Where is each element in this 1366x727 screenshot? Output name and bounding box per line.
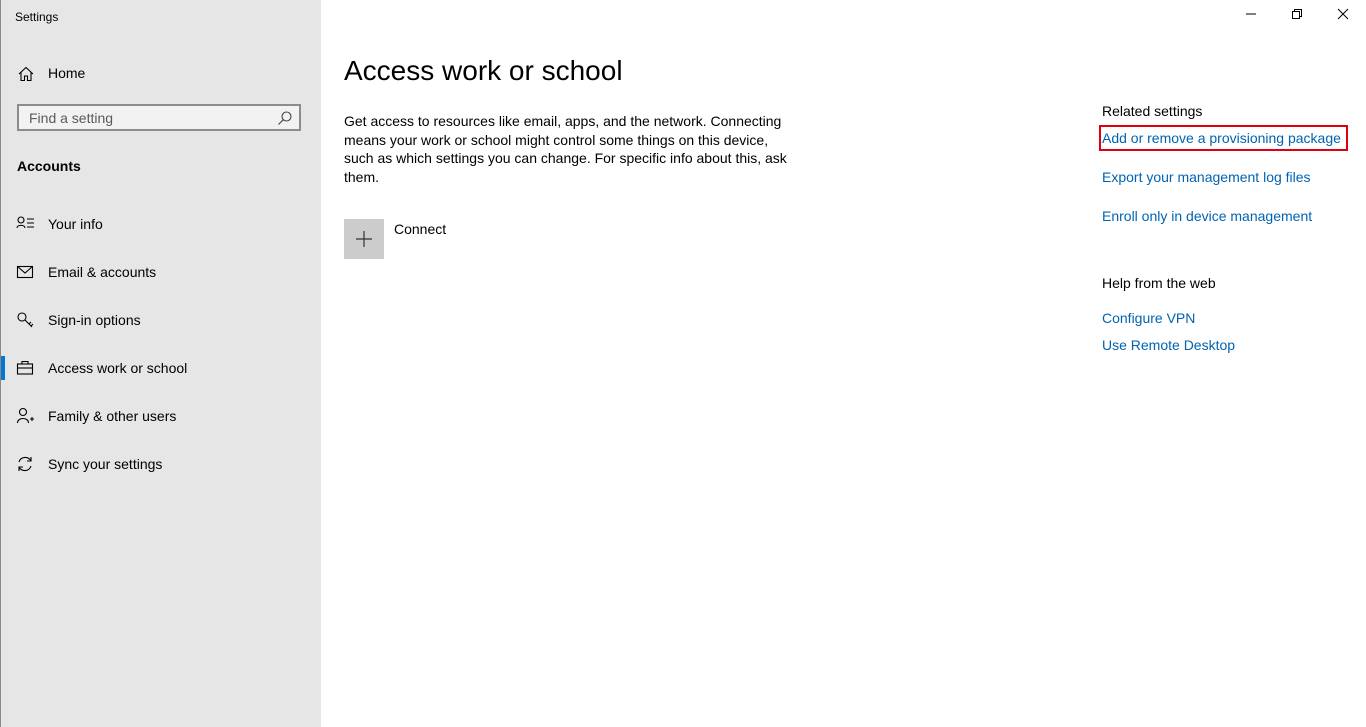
related-settings-heading: Related settings bbox=[1102, 103, 1203, 119]
sync-icon bbox=[16, 455, 36, 473]
minimize-icon bbox=[1245, 7, 1257, 25]
sidebar-item-access-work-or-school[interactable]: Access work or school bbox=[1, 348, 321, 388]
export-management-log-link[interactable]: Export your management log files bbox=[1102, 169, 1311, 185]
highlight-box bbox=[1099, 125, 1348, 151]
sidebar-item-label: Sign-in options bbox=[48, 312, 141, 328]
restore-button[interactable] bbox=[1274, 0, 1320, 32]
home-nav-item[interactable]: Home bbox=[1, 58, 321, 88]
home-icon bbox=[17, 65, 35, 83]
home-label: Home bbox=[48, 65, 86, 81]
key-icon bbox=[16, 311, 36, 329]
search-input[interactable] bbox=[19, 106, 269, 129]
sidebar-item-label: Access work or school bbox=[48, 360, 188, 376]
sidebar-item-label: Your info bbox=[48, 216, 103, 232]
search-icon[interactable] bbox=[277, 110, 293, 126]
sidebar-item-sign-in-options[interactable]: Sign-in options bbox=[1, 300, 321, 340]
sidebar-item-sync-your-settings[interactable]: Sync your settings bbox=[1, 444, 321, 484]
active-indicator bbox=[1, 356, 5, 380]
close-button[interactable] bbox=[1320, 0, 1366, 32]
plus-icon bbox=[356, 231, 372, 247]
person-add-icon bbox=[16, 407, 36, 425]
sidebar-item-label: Family & other users bbox=[48, 408, 177, 424]
enroll-device-management-link[interactable]: Enroll only in device management bbox=[1102, 208, 1312, 224]
configure-vpn-link[interactable]: Configure VPN bbox=[1102, 310, 1195, 326]
sidebar: Settings Home Accounts Your info bbox=[1, 0, 321, 727]
connect-tile bbox=[344, 219, 384, 259]
section-header-accounts: Accounts bbox=[17, 158, 81, 174]
help-from-web-heading: Help from the web bbox=[1102, 275, 1216, 291]
app-title: Settings bbox=[15, 10, 59, 24]
sidebar-item-your-info[interactable]: Your info bbox=[1, 204, 321, 244]
minimize-button[interactable] bbox=[1228, 0, 1274, 32]
sidebar-item-label: Sync your settings bbox=[48, 456, 163, 472]
sidebar-item-label: Email & accounts bbox=[48, 264, 157, 280]
page-title: Access work or school bbox=[344, 55, 623, 86]
page-description: Get access to resources like email, apps… bbox=[344, 113, 787, 185]
mail-icon bbox=[16, 263, 36, 281]
person-info-icon bbox=[16, 215, 36, 233]
briefcase-icon bbox=[16, 359, 36, 377]
connect-label: Connect bbox=[394, 221, 447, 237]
restore-icon bbox=[1291, 7, 1303, 25]
connect-button[interactable]: Connect bbox=[344, 219, 464, 259]
sidebar-item-email-accounts[interactable]: Email & accounts bbox=[1, 252, 321, 292]
close-icon bbox=[1337, 7, 1349, 25]
search-box[interactable] bbox=[17, 104, 301, 131]
sidebar-item-family-other-users[interactable]: Family & other users bbox=[1, 396, 321, 436]
use-remote-desktop-link[interactable]: Use Remote Desktop bbox=[1102, 337, 1235, 353]
